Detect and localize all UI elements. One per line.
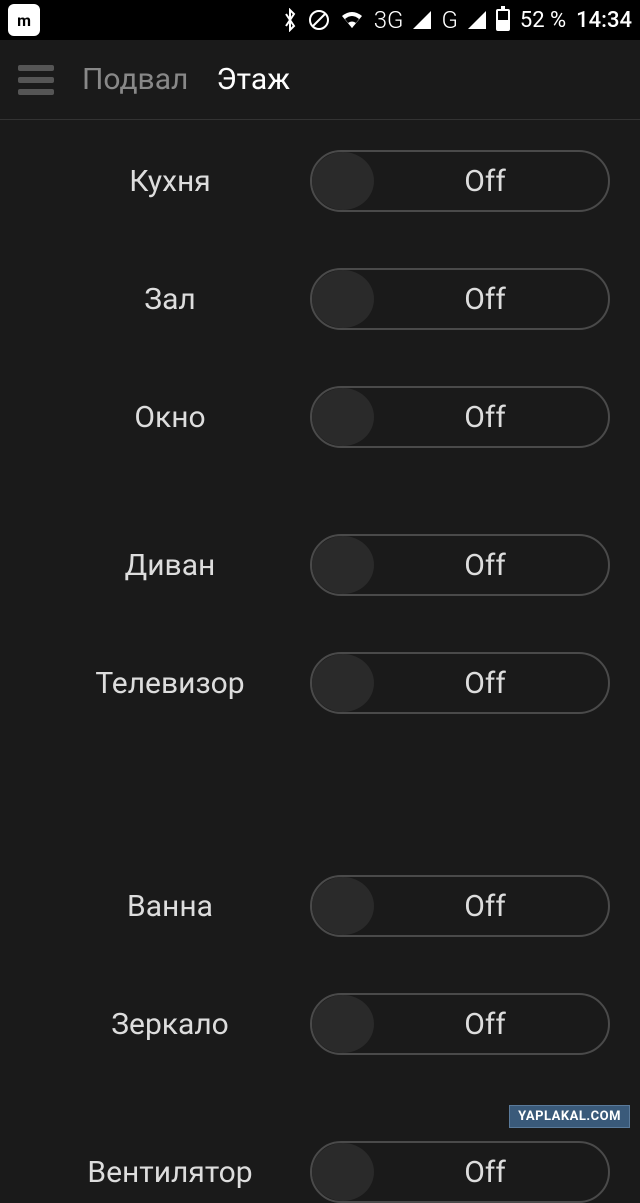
toggle-thumb <box>312 1143 374 1201</box>
tab-floor[interactable]: Этаж <box>216 62 290 97</box>
toggle-hall[interactable]: Off <box>310 268 610 330</box>
switch-label: Кухня <box>30 164 310 199</box>
status-left: m <box>8 4 40 36</box>
switch-row-mirror: Зеркало Off <box>0 993 640 1055</box>
toggle-tv[interactable]: Off <box>310 652 610 714</box>
wifi-icon <box>340 10 364 30</box>
toggle-mirror[interactable]: Off <box>310 993 610 1055</box>
switch-row-hall: Зал Off <box>0 268 640 330</box>
toggle-thumb <box>312 388 374 446</box>
status-bar: m 3G G 52 % 14:34 <box>0 0 640 40</box>
section-separator <box>0 504 640 534</box>
toggle-bath[interactable]: Off <box>310 875 610 937</box>
watermark: YAPLAKAL.COM <box>509 1105 630 1128</box>
switch-label: Зал <box>30 282 310 317</box>
mi-app-icon: m <box>8 4 40 36</box>
switch-row-kitchen: Кухня Off <box>0 150 640 212</box>
toggle-thumb <box>312 536 374 594</box>
switch-row-window: Окно Off <box>0 386 640 448</box>
switch-row-bath: Ванна Off <box>0 875 640 937</box>
switch-row-sofa: Диван Off <box>0 534 640 596</box>
signal-g-icon <box>468 11 486 29</box>
nav-bar: Подвал Этаж <box>0 40 640 120</box>
clock-time: 14:34 <box>576 8 632 33</box>
switch-row-tv: Телевизор Off <box>0 652 640 714</box>
toggle-thumb <box>312 877 374 935</box>
bluetooth-icon <box>282 8 298 32</box>
tab-basement[interactable]: Подвал <box>82 62 188 97</box>
hamburger-icon <box>18 77 54 83</box>
switch-label: Телевизор <box>30 666 310 701</box>
toggle-thumb <box>312 270 374 328</box>
battery-icon <box>496 9 510 31</box>
network-3g-label: 3G <box>374 6 404 34</box>
toggle-kitchen[interactable]: Off <box>310 150 610 212</box>
no-disturb-icon <box>308 9 330 31</box>
status-right: 3G G 52 % 14:34 <box>282 6 632 34</box>
menu-button[interactable] <box>18 65 54 95</box>
section-separator <box>0 770 640 875</box>
toggle-fan[interactable]: Off <box>310 1141 610 1203</box>
switch-label: Вентилятор <box>30 1155 310 1190</box>
switch-label: Диван <box>30 548 310 583</box>
network-g-label: G <box>441 6 457 34</box>
toggle-thumb <box>312 152 374 210</box>
toggle-thumb <box>312 995 374 1053</box>
hamburger-icon <box>18 65 54 71</box>
toggle-thumb <box>312 654 374 712</box>
battery-percent: 52 % <box>520 8 566 33</box>
switch-list: Кухня Off Зал Off Окно Off Диван Off Тел… <box>0 120 640 1203</box>
toggle-window[interactable]: Off <box>310 386 610 448</box>
toggle-sofa[interactable]: Off <box>310 534 610 596</box>
switch-row-fan: Вентилятор Off <box>0 1141 640 1203</box>
switch-label: Зеркало <box>30 1007 310 1042</box>
signal-3g-icon <box>413 11 431 29</box>
switch-label: Окно <box>30 400 310 435</box>
hamburger-icon <box>18 89 54 95</box>
switch-label: Ванна <box>30 889 310 924</box>
